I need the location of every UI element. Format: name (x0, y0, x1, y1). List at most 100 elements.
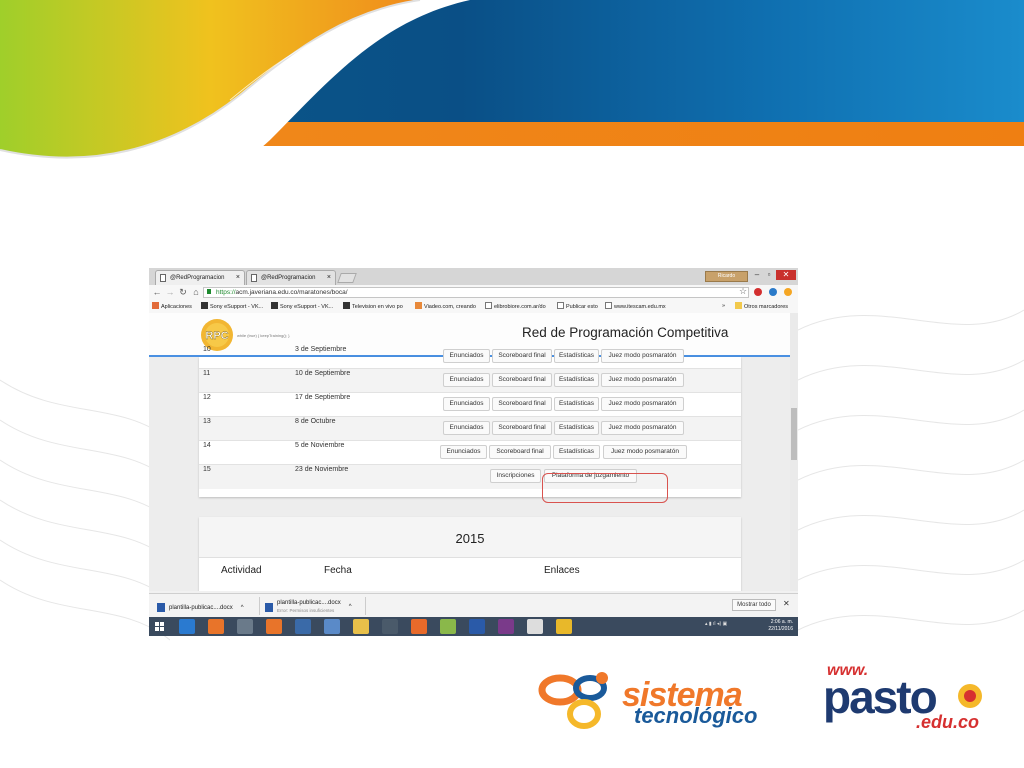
bookmark-item[interactable]: www.itescam.edu.mx (605, 302, 666, 311)
word-doc-icon (157, 603, 165, 612)
bookmark-item[interactable]: Publicar esto (557, 302, 598, 311)
bookmark-item[interactable]: Television en vivo po (343, 302, 403, 311)
app-icon[interactable] (411, 619, 427, 634)
forward-icon[interactable]: → (165, 287, 175, 297)
bookmark-item[interactable]: Sony eSupport - VK... (271, 302, 333, 311)
url-input[interactable]: https://acm.javeriana.edu.co/maratones/b… (203, 287, 749, 298)
lock-icon (207, 289, 211, 294)
row-number: 14 (203, 442, 211, 449)
scrollbar-thumb[interactable] (791, 408, 797, 460)
bookmark-star-icon[interactable]: ☆ (739, 286, 747, 297)
clock[interactable]: 2:06 a. m. 22/11/2016 (757, 619, 793, 633)
estadisticas-button[interactable]: Estadísticas (554, 397, 599, 411)
ie-icon[interactable] (179, 619, 195, 634)
viadeo-icon (415, 302, 422, 309)
file-explorer-icon[interactable] (353, 619, 369, 634)
other-bookmarks[interactable]: Otros marcadores (735, 302, 788, 311)
close-tab-icon[interactable]: × (327, 271, 331, 285)
bookmark-item[interactable]: Sony eSupport - VK... (201, 302, 263, 311)
maximize-icon[interactable]: ▫ (763, 270, 775, 280)
row-number: 12 (203, 394, 211, 401)
tab-label: @RedProgramacion (261, 275, 316, 281)
scoreboard-button[interactable]: Scoreboard final (492, 421, 552, 435)
download-item[interactable]: plantilla-publicac....docx ^ (157, 603, 244, 617)
enunciados-button[interactable]: Enunciados (443, 349, 490, 363)
page-viewport: RPC while (true) { keepTraining(); } Red… (149, 313, 791, 591)
show-all-button[interactable]: Mostrar todo (732, 599, 776, 611)
app-icon[interactable] (237, 619, 253, 634)
home-icon[interactable]: ⌂ (191, 287, 201, 297)
pasto-domain-text: .edu.co (916, 712, 980, 732)
app-icon[interactable] (295, 619, 311, 634)
column-header-fecha: Fecha (324, 565, 352, 576)
close-downloads-icon[interactable]: ✕ (783, 599, 790, 608)
reload-icon[interactable]: ↻ (178, 287, 188, 297)
download-item[interactable]: plantilla-publicac....docx Error: Permiso… (265, 600, 352, 614)
word-doc-icon (265, 602, 273, 612)
chevron-up-icon[interactable]: ^ (349, 604, 352, 610)
inscripciones-button[interactable]: Inscripciones (490, 469, 541, 483)
row-number: 11 (203, 370, 211, 377)
site-title: Red de Programación Competitiva (522, 325, 729, 340)
estadisticas-button[interactable]: Estadísticas (554, 373, 599, 387)
sony-icon (271, 302, 278, 309)
tab-label: @RedProgramacion (170, 275, 225, 281)
extension-icon[interactable] (784, 288, 792, 296)
opera-extension-icon[interactable] (754, 288, 762, 296)
system-tray[interactable]: ▴ ▮ ıl ◂) ▣ (705, 621, 727, 627)
bookmark-item[interactable]: Viadeo.com, creando (415, 302, 476, 311)
app-icon[interactable] (324, 619, 340, 634)
page-icon (251, 274, 257, 282)
enunciados-button[interactable]: Enunciados (443, 421, 490, 435)
juez-button[interactable]: Juez modo posmaratón (601, 373, 684, 387)
firefox-icon[interactable] (208, 619, 224, 634)
row-number: 10 (203, 346, 211, 353)
row-date: 5 de Noviembre (295, 442, 345, 449)
app-icon[interactable] (498, 619, 514, 634)
bookmarks-overflow[interactable]: » (722, 302, 725, 311)
juez-button[interactable]: Juez modo posmaratón (601, 349, 684, 363)
enunciados-button[interactable]: Enunciados (443, 373, 490, 387)
enunciados-button[interactable]: Enunciados (443, 397, 490, 411)
app-icon[interactable] (556, 619, 572, 634)
extension-icon[interactable] (769, 288, 777, 296)
scoreboard-button[interactable]: Scoreboard final (492, 397, 552, 411)
juez-button[interactable]: Juez modo posmaratón (601, 421, 684, 435)
address-bar-row: ← → ↻ ⌂ https://acm.javeriana.edu.co/mar… (149, 285, 798, 301)
word-icon[interactable] (469, 619, 485, 634)
tab-bar: @RedProgramacion × @RedProgramacion × Ri… (149, 268, 798, 285)
bookmark-item[interactable]: elibrobiore.com.ar/do (485, 302, 546, 311)
enunciados-button[interactable]: Enunciados (440, 445, 487, 459)
row-date: 17 de Septiembre (295, 394, 351, 401)
minimize-icon[interactable]: – (751, 270, 763, 280)
back-icon[interactable]: ← (152, 287, 162, 297)
scoreboard-button[interactable]: Scoreboard final (492, 373, 552, 387)
year-header: 2015 (199, 517, 741, 558)
close-window-icon[interactable]: ✕ (776, 270, 796, 280)
estadisticas-button[interactable]: Estadísticas (553, 445, 600, 459)
table-row: 11 10 de Septiembre Enunciados Scoreboar… (199, 369, 741, 394)
estadisticas-button[interactable]: Estadísticas (554, 421, 599, 435)
scoreboard-button[interactable]: Scoreboard final (492, 349, 552, 363)
chrome-icon[interactable] (527, 619, 543, 634)
table-row: 10 3 de Septiembre Enunciados Scoreboard… (199, 345, 741, 370)
new-tab-button[interactable] (337, 273, 357, 283)
row-date: 3 de Septiembre (295, 346, 347, 353)
app-icon[interactable] (382, 619, 398, 634)
chevron-up-icon[interactable]: ^ (241, 605, 244, 611)
browser-tab[interactable]: @RedProgramacion × (155, 270, 245, 285)
browser-tab[interactable]: @RedProgramacion × (246, 270, 336, 285)
windows-start-icon[interactable] (152, 619, 168, 634)
app-icon[interactable] (266, 619, 282, 634)
app-icon[interactable] (440, 619, 456, 634)
bookmark-apps[interactable]: Aplicaciones (152, 302, 192, 311)
user-profile-badge[interactable]: Ricardo (705, 271, 748, 282)
close-tab-icon[interactable]: × (236, 271, 240, 285)
juez-button[interactable]: Juez modo posmaratón (603, 445, 687, 459)
browser-screenshot: @RedProgramacion × @RedProgramacion × Ri… (149, 268, 798, 636)
row-date: 23 de Noviembre (295, 466, 349, 473)
apps-grid-icon (152, 302, 159, 309)
juez-button[interactable]: Juez modo posmaratón (601, 397, 684, 411)
scoreboard-button[interactable]: Scoreboard final (489, 445, 551, 459)
estadisticas-button[interactable]: Estadísticas (554, 349, 599, 363)
